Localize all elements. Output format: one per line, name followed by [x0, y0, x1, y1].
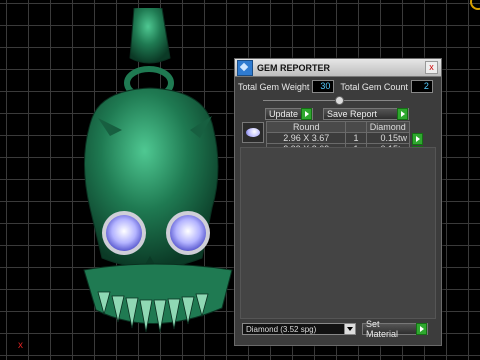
total-count-value: 2: [410, 80, 433, 93]
skull-pendant-model: [83, 8, 233, 333]
play-arrow-icon: [416, 323, 427, 335]
update-button-label: Update: [269, 109, 299, 119]
material-select-value: Diamond (3.52 spg): [246, 324, 317, 334]
gem-reporter-panel: GEM REPORTER x Total Gem Weight 30 Total…: [234, 58, 442, 346]
table-row[interactable]: 2.96 X 3.67 1 0.15tw: [265, 132, 411, 144]
panel-titlebar[interactable]: GEM REPORTER x: [235, 59, 441, 77]
play-arrow-icon: [397, 108, 408, 120]
material-row: Diamond (3.52 spg) Set Material: [242, 319, 428, 339]
update-button[interactable]: Update: [265, 108, 313, 120]
slider-knob[interactable]: [335, 96, 344, 105]
play-arrow-icon: [301, 108, 312, 120]
total-weight-value: 30: [312, 80, 335, 93]
row-select-arrow-icon[interactable]: [412, 133, 423, 145]
header-qty: [345, 121, 367, 133]
save-report-button[interactable]: Save Report: [323, 108, 409, 120]
round-gem-icon: [242, 122, 264, 143]
totals-row: Total Gem Weight 30 Total Gem Count 2: [235, 77, 441, 93]
action-buttons: Update Save Report: [235, 105, 441, 120]
app-icon: [237, 59, 253, 76]
gizmo-icon: [470, 0, 480, 10]
results-area: [240, 147, 436, 319]
save-report-button-label: Save Report: [327, 109, 378, 119]
table-header: Round Diamond: [265, 121, 411, 133]
gem-weight: 0.15tw: [365, 132, 411, 144]
set-material-button[interactable]: Set Material: [362, 319, 428, 339]
panel-slider[interactable]: [263, 96, 401, 105]
header-shape: Round: [265, 121, 347, 133]
gem-size: 2.96 X 3.67: [265, 132, 347, 144]
material-select[interactable]: Diamond (3.52 spg): [242, 323, 356, 335]
header-material: Diamond: [365, 121, 411, 133]
total-weight-label: Total Gem Weight: [238, 81, 310, 92]
gem-qty: 1: [345, 132, 367, 144]
set-material-button-label: Set Material: [366, 319, 399, 339]
axis-marker: x: [18, 340, 23, 351]
total-count-label: Total Gem Count: [340, 81, 408, 92]
chevron-down-icon[interactable]: [344, 324, 355, 334]
panel-title: GEM REPORTER: [257, 62, 331, 73]
close-button[interactable]: x: [425, 61, 438, 74]
